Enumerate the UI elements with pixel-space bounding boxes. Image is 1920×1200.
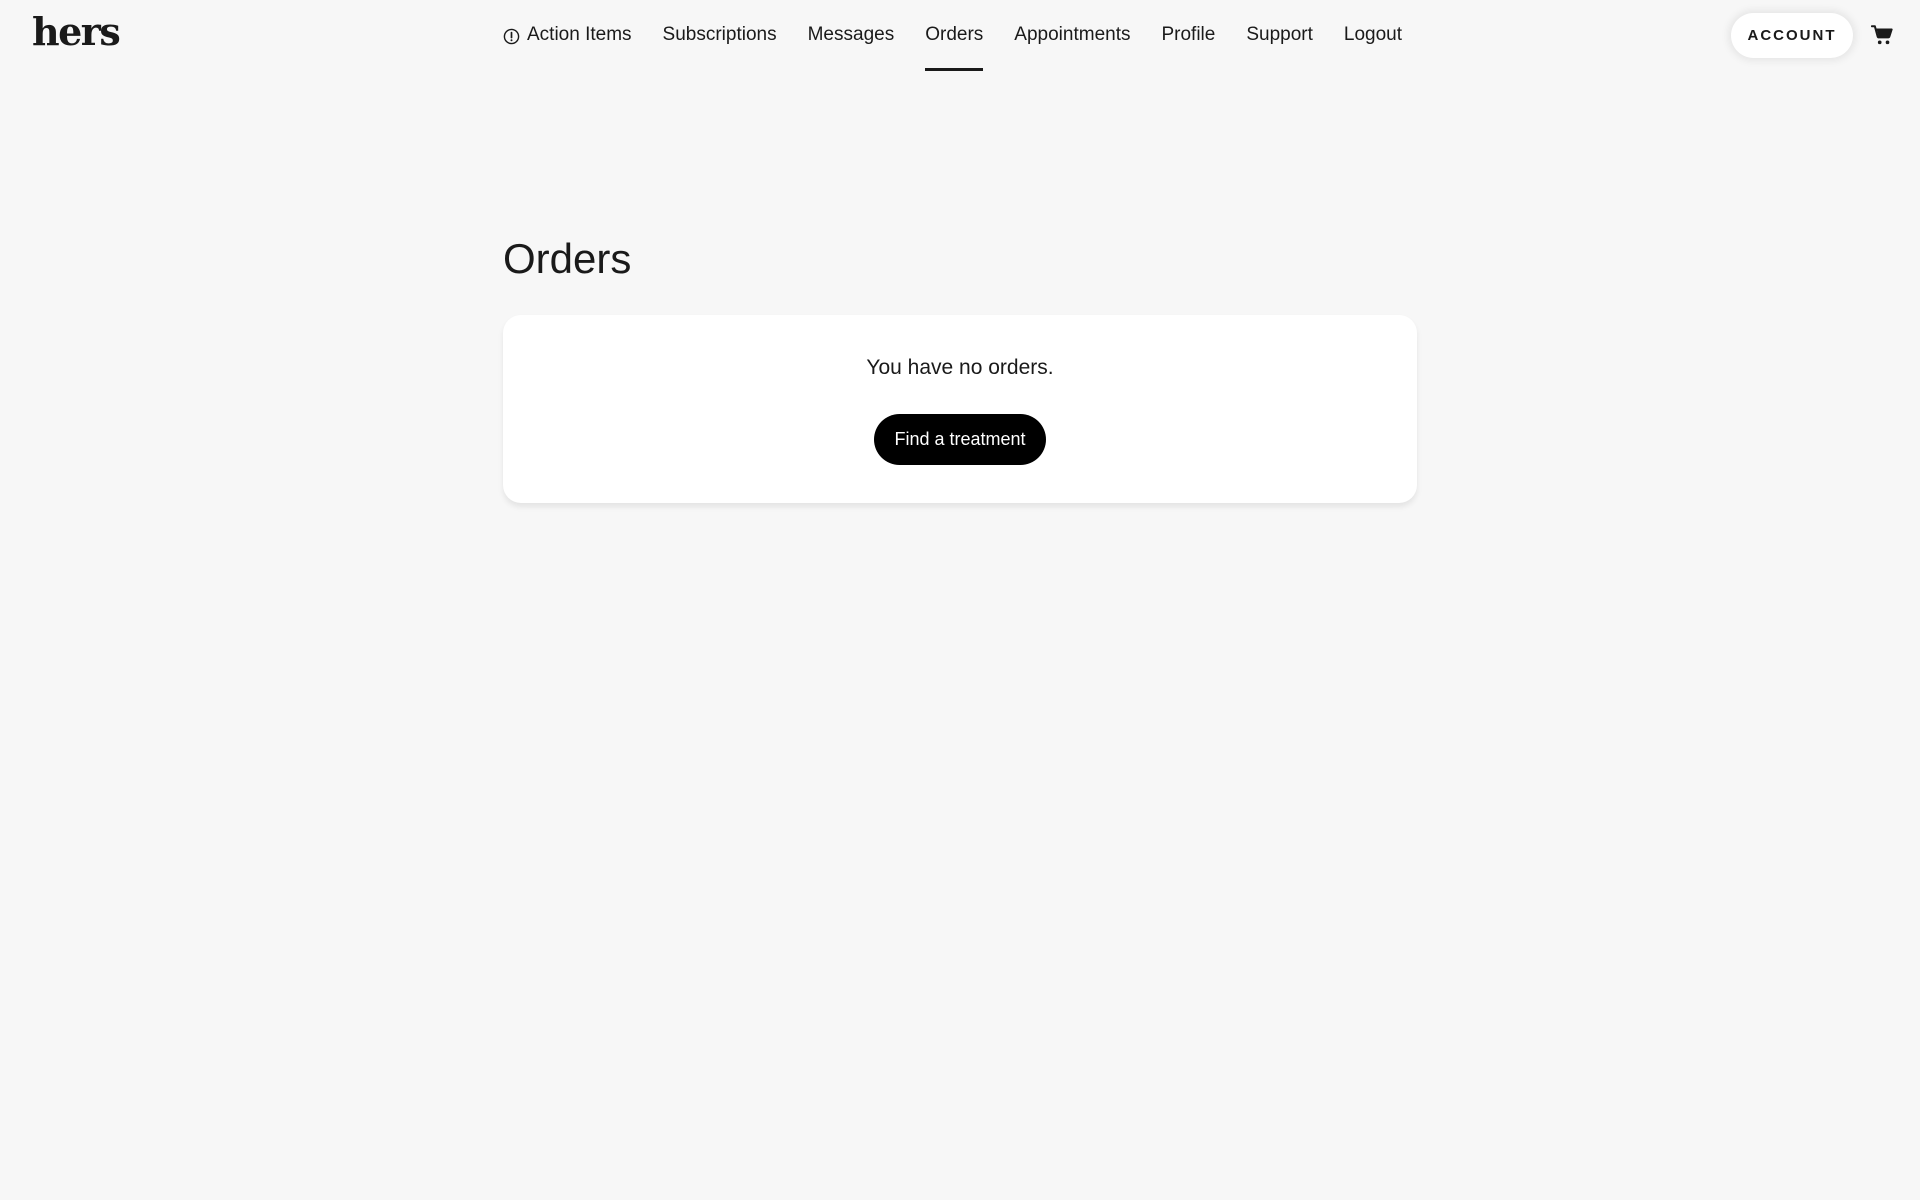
nav-item-label: Action Items xyxy=(527,24,632,45)
main-nav: Action Items Subscriptions Messages Orde… xyxy=(503,0,1433,72)
nav-item-appointments[interactable]: Appointments xyxy=(1014,0,1130,72)
page-title: Orders xyxy=(503,235,632,282)
empty-state-message: You have no orders. xyxy=(866,356,1054,379)
nav-item-action-items[interactable]: Action Items xyxy=(503,0,632,72)
top-navigation-bar: hers Action Items Subscriptions Messages xyxy=(0,0,1920,72)
nav-item-profile[interactable]: Profile xyxy=(1161,0,1215,72)
nav-item-label: Support xyxy=(1246,24,1313,45)
nav-item-label: Profile xyxy=(1161,24,1216,45)
nav-item-messages[interactable]: Messages xyxy=(808,0,895,72)
nav-item-label: Logout xyxy=(1343,24,1403,45)
brand-logo[interactable]: hers xyxy=(32,8,121,56)
find-treatment-button[interactable]: Find a treatment xyxy=(874,414,1046,465)
nav-item-label: Appointments xyxy=(1014,24,1131,45)
nav-item-logout[interactable]: Logout xyxy=(1344,0,1402,72)
account-button[interactable]: ACCOUNT xyxy=(1731,13,1853,58)
nav-item-support[interactable]: Support xyxy=(1246,0,1313,72)
nav-item-label: Subscriptions xyxy=(662,24,777,45)
nav-item-orders[interactable]: Orders xyxy=(925,0,984,72)
nav-item-subscriptions[interactable]: Subscriptions xyxy=(663,0,777,72)
orders-empty-card: You have no orders. Find a treatment xyxy=(503,315,1417,503)
nav-item-label: Orders xyxy=(925,24,984,45)
alert-circle-icon xyxy=(503,28,520,44)
nav-item-label: Messages xyxy=(807,24,895,45)
shopping-cart-icon[interactable] xyxy=(1871,24,1893,46)
